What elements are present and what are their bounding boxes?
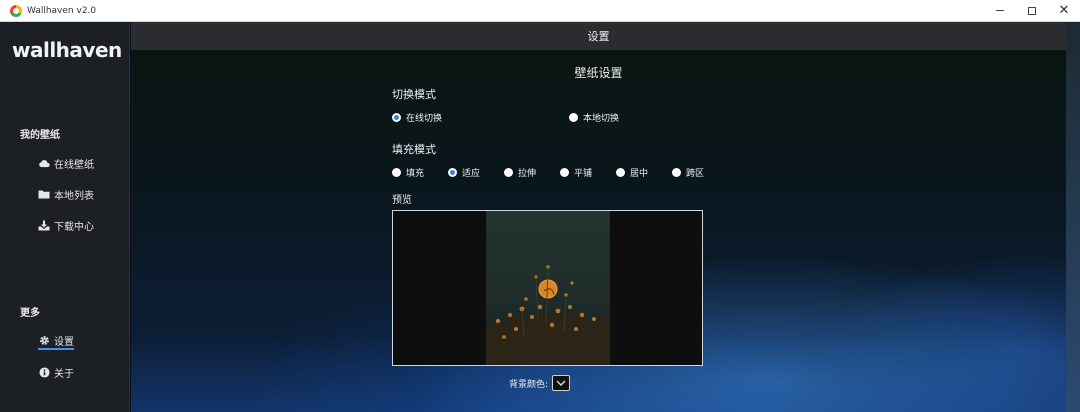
radio-unchecked-icon bbox=[672, 168, 681, 177]
minimize-icon bbox=[996, 10, 1004, 11]
title-bar: Wallhaven v2.0 ✕ bbox=[0, 0, 1080, 22]
app-logo-icon bbox=[10, 4, 22, 17]
preview-label: 预览 bbox=[392, 195, 412, 206]
radio-label: 居中 bbox=[630, 169, 649, 179]
radio-unchecked-icon bbox=[392, 168, 401, 177]
desktop-background-strip bbox=[1066, 22, 1080, 412]
sidebar-item-settings[interactable]: 设置 bbox=[38, 332, 74, 350]
page-header: 设置 bbox=[131, 22, 1066, 50]
radio-center[interactable]: 居中 bbox=[616, 166, 648, 179]
background-color-label: 背景颜色: bbox=[509, 379, 549, 390]
switch-mode-label: 切换模式 bbox=[392, 88, 436, 101]
section-my-wallpapers: 我的壁纸 bbox=[20, 130, 60, 141]
radio-label: 本地切换 bbox=[583, 114, 620, 124]
radio-unchecked-icon bbox=[560, 168, 569, 177]
radio-label: 填充 bbox=[406, 169, 425, 179]
radio-label: 平铺 bbox=[574, 169, 593, 179]
radio-fit[interactable]: 适应 bbox=[448, 166, 480, 179]
sidebar-item-about[interactable]: 关于 bbox=[38, 363, 74, 381]
window-title: Wallhaven v2.0 bbox=[27, 5, 97, 16]
radio-checked-icon bbox=[448, 168, 457, 177]
minimize-button[interactable] bbox=[984, 0, 1016, 22]
window-controls: ✕ bbox=[984, 0, 1080, 22]
radio-online-switch[interactable]: 在线切换 bbox=[392, 111, 442, 124]
radio-unchecked-icon bbox=[616, 168, 625, 177]
download-icon bbox=[38, 219, 50, 231]
fill-mode-label: 填充模式 bbox=[392, 143, 436, 156]
wallpaper-preview bbox=[392, 210, 703, 366]
sidebar-item-label: 关于 bbox=[54, 368, 74, 380]
maximize-icon bbox=[1028, 6, 1036, 15]
radio-stretch[interactable]: 拉伸 bbox=[504, 166, 536, 179]
sidebar-item-download-center[interactable]: 下载中心 bbox=[38, 216, 94, 234]
radio-tile[interactable]: 平铺 bbox=[560, 166, 592, 179]
radio-label: 拉伸 bbox=[518, 169, 537, 179]
sidebar-item-label: 在线壁纸 bbox=[54, 159, 94, 171]
folder-icon bbox=[38, 188, 50, 200]
preview-image-art bbox=[486, 265, 610, 365]
cloud-icon bbox=[38, 157, 50, 169]
sidebar-item-label: 设置 bbox=[54, 336, 74, 348]
close-icon: ✕ bbox=[1058, 3, 1070, 18]
preview-image bbox=[486, 211, 610, 365]
page-title: 设置 bbox=[587, 30, 610, 43]
radio-local-switch[interactable]: 本地切换 bbox=[569, 111, 619, 124]
radio-label: 跨区 bbox=[686, 169, 705, 179]
radio-span[interactable]: 跨区 bbox=[672, 166, 704, 179]
sidebar: wallhaven 我的壁纸 在线壁纸 本地列表 下载中心 更多 设置 关于 bbox=[0, 22, 130, 412]
info-icon bbox=[38, 366, 50, 378]
gear-icon bbox=[38, 334, 50, 346]
main-content: 设置 壁纸设置 切换模式 在线切换 本地切换 填充模式 填充 适应 拉伸 平铺 … bbox=[131, 22, 1066, 412]
brand-logo: wallhaven bbox=[12, 38, 122, 62]
sidebar-item-label: 本地列表 bbox=[54, 190, 94, 202]
maximize-button[interactable] bbox=[1016, 0, 1048, 22]
radio-unchecked-icon bbox=[504, 168, 513, 177]
close-button[interactable]: ✕ bbox=[1048, 0, 1080, 22]
section-more: 更多 bbox=[20, 308, 40, 319]
radio-label: 在线切换 bbox=[406, 114, 443, 124]
background-color-row: 背景颜色: bbox=[509, 375, 571, 391]
wallpaper-settings-title: 壁纸设置 bbox=[574, 66, 623, 80]
radio-checked-icon bbox=[392, 113, 401, 122]
chevron-down-icon bbox=[556, 380, 566, 386]
sidebar-item-label: 下载中心 bbox=[54, 221, 94, 233]
sidebar-item-online-wallpapers[interactable]: 在线壁纸 bbox=[38, 154, 94, 172]
radio-unchecked-icon bbox=[569, 113, 578, 122]
radio-fill[interactable]: 填充 bbox=[392, 166, 424, 179]
background-color-picker[interactable] bbox=[552, 375, 571, 391]
radio-label: 适应 bbox=[462, 169, 481, 179]
sidebar-item-local-list[interactable]: 本地列表 bbox=[38, 185, 94, 203]
